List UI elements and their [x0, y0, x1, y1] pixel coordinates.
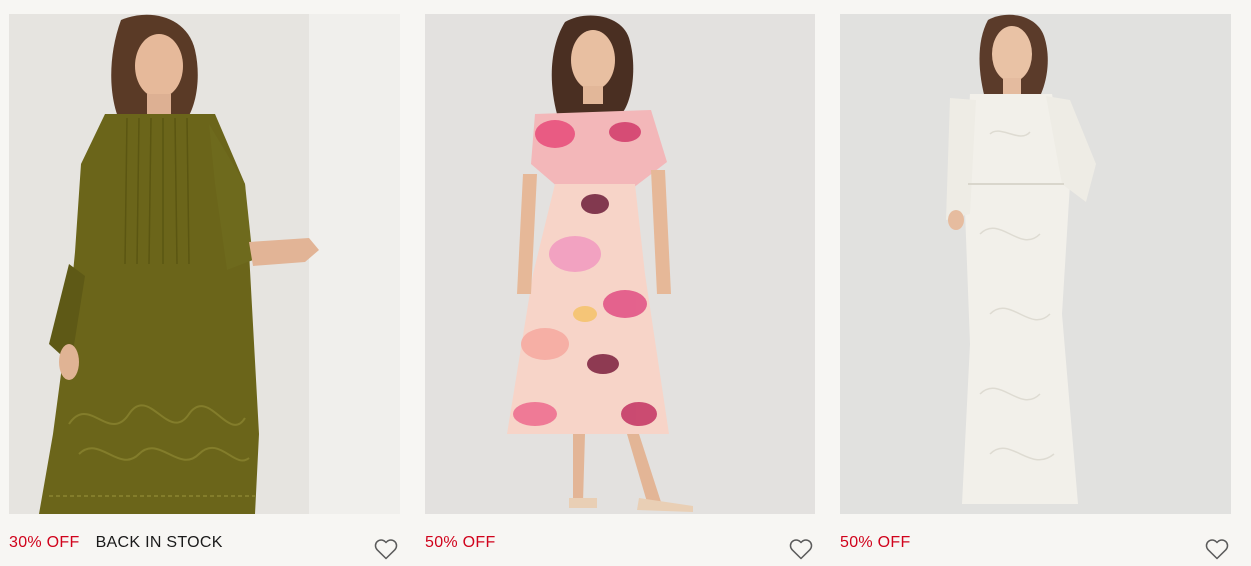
wishlist-button[interactable]: [789, 538, 813, 560]
heart-outline-icon: [374, 539, 398, 560]
badge-row: 50% OFF: [425, 534, 496, 552]
product-image[interactable]: [840, 14, 1231, 514]
product-photo: [9, 14, 400, 514]
back-in-stock-badge: BACK IN STOCK: [95, 534, 223, 551]
product-photo: [425, 14, 815, 514]
badge-row: 50% OFF: [840, 534, 911, 552]
sale-badge: 50% OFF: [840, 534, 911, 551]
sale-badge: 50% OFF: [425, 534, 496, 551]
badge-row: 30% OFF BACK IN STOCK: [9, 534, 223, 552]
heart-outline-icon: [789, 539, 813, 560]
wishlist-button[interactable]: [374, 538, 398, 560]
product-card[interactable]: 50% OFF: [840, 14, 1231, 566]
product-grid: 30% OFF BACK IN STOCK 50% OFF 50% OFF: [0, 0, 1251, 566]
product-meta: 50% OFF: [425, 514, 815, 566]
sale-badge: 30% OFF: [9, 534, 80, 551]
product-card[interactable]: 30% OFF BACK IN STOCK: [9, 14, 400, 566]
product-meta: 50% OFF: [840, 514, 1231, 566]
product-image[interactable]: [425, 14, 815, 514]
product-photo: [840, 14, 1231, 514]
heart-outline-icon: [1205, 539, 1229, 560]
product-image[interactable]: [9, 14, 400, 514]
wishlist-button[interactable]: [1205, 538, 1229, 560]
product-card[interactable]: 50% OFF: [425, 14, 815, 566]
product-meta: 30% OFF BACK IN STOCK: [9, 514, 400, 566]
